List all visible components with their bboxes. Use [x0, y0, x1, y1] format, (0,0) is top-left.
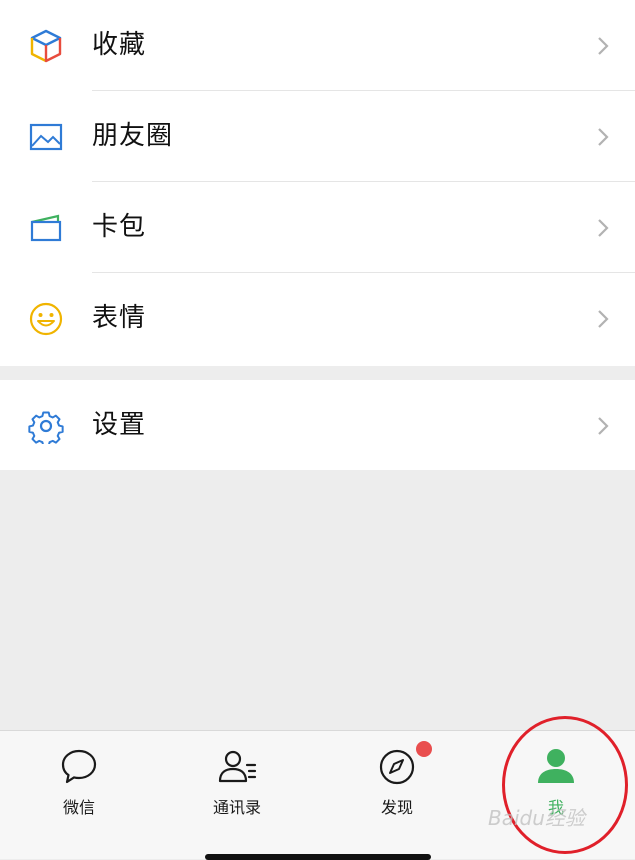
menu-item-favorites[interactable]: 收藏 — [0, 0, 635, 91]
gear-icon — [28, 408, 64, 444]
menu-item-stickers[interactable]: 表情 — [0, 273, 635, 364]
tab-label: 通讯录 — [212, 798, 261, 817]
compass-icon — [375, 745, 419, 789]
image-icon — [28, 119, 64, 155]
menu-group-main: 收藏 朋友圈 卡包 表情 — [0, 0, 635, 366]
tab-contacts[interactable]: 通讯录 — [158, 731, 316, 859]
card-icon — [28, 210, 64, 246]
menu-item-label: 朋友圈 — [92, 121, 174, 151]
smiley-icon — [28, 301, 64, 337]
menu-item-label: 收藏 — [92, 30, 147, 60]
chevron-right-icon — [597, 127, 609, 147]
contacts-icon — [215, 745, 259, 789]
chevron-right-icon — [597, 309, 609, 329]
menu-item-label: 卡包 — [92, 212, 147, 242]
menu-item-label: 设置 — [92, 410, 147, 440]
tab-label: 微信 — [62, 798, 95, 817]
menu-item-label: 表情 — [92, 303, 147, 333]
watermark: Baidu经验 — [488, 806, 585, 830]
chat-bubble-icon — [57, 745, 101, 789]
menu-item-settings[interactable]: 设置 — [0, 380, 635, 471]
highlight-circle — [502, 716, 628, 854]
chevron-right-icon — [597, 218, 609, 238]
chevron-right-icon — [597, 36, 609, 56]
tab-label: 发现 — [380, 798, 413, 817]
notification-badge — [416, 741, 432, 757]
home-indicator — [205, 854, 431, 860]
tab-discover[interactable]: 发现 — [318, 731, 476, 859]
menu-group-settings: 设置 — [0, 380, 635, 470]
cube-icon — [28, 28, 64, 64]
tab-chats[interactable]: 微信 — [0, 731, 158, 859]
menu-item-cards[interactable]: 卡包 — [0, 182, 635, 273]
chevron-right-icon — [597, 416, 609, 436]
menu-item-moments[interactable]: 朋友圈 — [0, 91, 635, 182]
